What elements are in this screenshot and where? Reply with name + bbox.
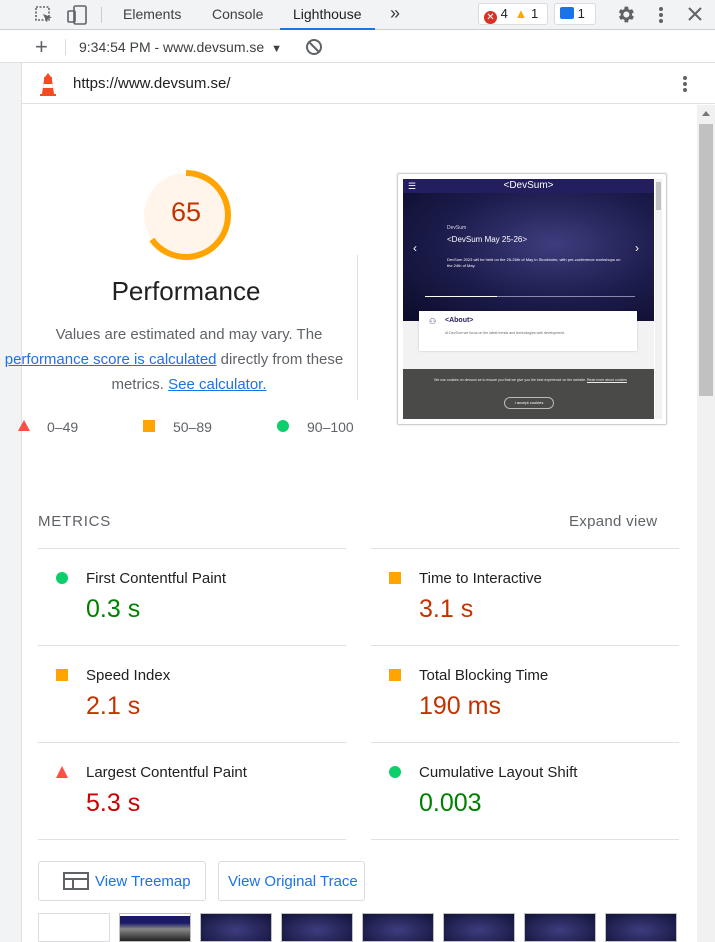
report-dropdown[interactable]: 9:34:54 PM - www.devsum.se ▼ [79, 39, 282, 55]
filmstrip-frame [200, 913, 272, 942]
message-icon [560, 7, 574, 19]
report-url-bar: https://www.devsum.se/ [22, 64, 715, 104]
metric-label-cls: Cumulative Layout Shift [419, 764, 578, 781]
pass-circle-icon [277, 420, 289, 432]
filmstrip-frame [524, 913, 596, 942]
message-count: 1 [577, 6, 585, 21]
filmstrip-frame [362, 913, 434, 942]
filmstrip-frame [119, 913, 191, 942]
metric-label-si: Speed Index [86, 667, 171, 684]
report-menu-icon[interactable] [675, 74, 695, 99]
lighthouse-logo-icon [38, 72, 58, 101]
filmstrip-frame [281, 913, 353, 942]
user-icon: ⚇ [429, 317, 437, 326]
legend-average: 50–89 [173, 419, 212, 435]
messages-badge[interactable]: 1 [554, 3, 596, 25]
legend-pass: 90–100 [307, 419, 354, 435]
desc-text-2: directly from these [216, 351, 344, 368]
about-card: ⚇ <About> At DevSum we focus on the late… [419, 311, 637, 351]
dropdown-arrow-icon: ▼ [271, 43, 282, 55]
tab-lighthouse[interactable]: Lighthouse [280, 0, 375, 30]
settings-gear-icon[interactable] [615, 4, 636, 30]
window-gutter [0, 31, 22, 942]
clear-reports-icon[interactable] [305, 38, 323, 61]
desc-text-1: Values are estimated and may vary. The [55, 326, 323, 343]
metric-label-fcp: First Contentful Paint [86, 570, 227, 587]
filmstrip-frame [443, 913, 515, 942]
cookie-text: We use cookies on devsum.se to ensure yo… [434, 378, 627, 382]
hero-prev-icon: ‹ [413, 241, 417, 255]
report-selector-bar: + 9:34:54 PM - www.devsum.se ▼ [0, 31, 715, 63]
metric-value-tti: 3.1 s [419, 595, 474, 623]
scrollbar-thumb[interactable] [699, 124, 713, 396]
metric-label-tbt: Total Blocking Time [419, 667, 549, 684]
devtools-toolbar: Elements Console Lighthouse » ✕ 4 ▲ 1 1 [0, 0, 715, 30]
desc-text-3: metrics. [111, 376, 169, 393]
more-tabs-button[interactable]: » [390, 0, 400, 30]
view-treemap-label: View Treemap [95, 873, 191, 890]
screenshot-hero: DevSum <DevSum May 25-26> DevSum 2023 wi… [403, 193, 654, 321]
screenshot-logo: <DevSum> [503, 180, 554, 191]
new-report-button[interactable]: + [35, 34, 48, 60]
close-devtools-icon[interactable] [686, 5, 704, 28]
score-description: Values are estimated and may vary. The p… [5, 322, 356, 397]
inspect-element-icon[interactable] [34, 5, 54, 30]
performance-title: Performance [111, 276, 261, 306]
legend-fail: 0–49 [47, 419, 79, 435]
scroll-up-arrow-icon[interactable] [702, 111, 710, 116]
metrics-header: METRICS [38, 513, 112, 530]
metric-value-tbt: 190 ms [419, 692, 501, 720]
device-toolbar-icon[interactable] [66, 4, 88, 31]
view-treemap-button[interactable]: View Treemap [38, 861, 206, 901]
average-square-icon [56, 669, 68, 681]
pass-circle-icon [389, 766, 401, 778]
tab-elements[interactable]: Elements [123, 0, 181, 30]
error-icon: ✕ [484, 11, 497, 24]
expand-view-button[interactable]: Expand view [569, 513, 657, 530]
filmstrip-frame [605, 913, 677, 942]
average-square-icon [389, 669, 401, 681]
metric-label-tti: Time to Interactive [419, 570, 542, 587]
metric-value-si: 2.1 s [86, 692, 141, 720]
metric-value-cls: 0.003 [419, 789, 482, 817]
cookie-accept-button: I accept cookies [504, 397, 554, 409]
screenshot-header: ☰ <DevSum> [403, 179, 654, 193]
hero-description: DevSum 2023 will be held on the 25-26th … [447, 257, 621, 268]
metric-value-fcp: 0.3 s [86, 595, 141, 623]
hero-eyebrow: DevSum [447, 225, 467, 231]
kebab-menu-icon[interactable] [651, 5, 671, 30]
see-calculator-link[interactable]: See calculator. [168, 376, 266, 393]
average-square-icon [389, 572, 401, 584]
performance-score: 65 [170, 197, 202, 227]
score-divider [357, 255, 358, 400]
filmstrip-frame [38, 913, 110, 942]
tab-console[interactable]: Console [212, 0, 263, 30]
screenshot-page: ☰ <DevSum> DevSum <DevSum May 25-26> Dev… [403, 179, 654, 419]
report-url: https://www.devsum.se/ [73, 75, 231, 92]
fail-triangle-icon [56, 766, 68, 778]
report-dropdown-label: 9:34:54 PM - www.devsum.se [79, 39, 265, 55]
warning-icon: ▲ [514, 6, 528, 21]
cookie-banner: We use cookies on devsum.se to ensure yo… [403, 369, 654, 419]
issues-badge[interactable]: ✕ 4 ▲ 1 [478, 3, 548, 25]
average-square-icon [143, 420, 155, 432]
hero-title: <DevSum May 25-26> [447, 235, 528, 244]
hero-next-icon: › [635, 241, 639, 255]
view-trace-label: View Original Trace [228, 873, 358, 890]
pass-circle-icon [56, 572, 68, 584]
score-calc-link[interactable]: performance score is calculated [5, 351, 217, 368]
final-screenshot[interactable]: ☰ <DevSum> DevSum <DevSum May 25-26> Dev… [397, 173, 667, 425]
fail-triangle-icon [18, 420, 30, 431]
metric-label-lcp: Largest Contentful Paint [86, 764, 247, 781]
about-title: <About> [445, 317, 474, 324]
metric-value-lcp: 5.3 s [86, 789, 141, 817]
treemap-icon [63, 872, 89, 894]
error-count: 4 [500, 6, 508, 21]
warning-count: 1 [530, 6, 539, 21]
about-text: At DevSum we focus on the latest trends … [445, 331, 565, 335]
view-trace-button[interactable]: View Original Trace [218, 861, 365, 901]
